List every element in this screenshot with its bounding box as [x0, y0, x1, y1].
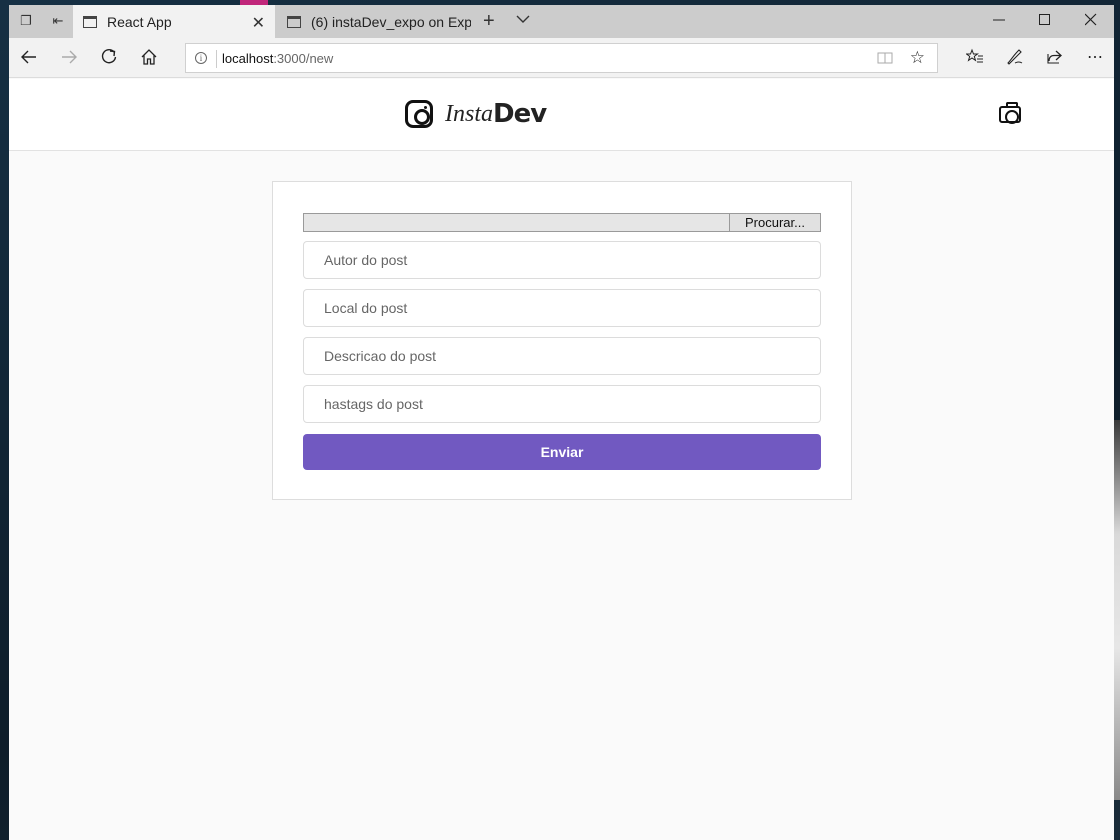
- url-text[interactable]: localhost:3000/new: [222, 51, 333, 66]
- browse-button[interactable]: Procurar...: [729, 213, 821, 232]
- home-icon[interactable]: [139, 48, 159, 68]
- logo[interactable]: Insta Dev: [405, 97, 547, 131]
- refresh-icon[interactable]: [99, 48, 119, 68]
- new-tab-icon[interactable]: +: [483, 10, 495, 33]
- site-info-icon[interactable]: i: [195, 52, 207, 64]
- app-header: Insta Dev: [9, 79, 1114, 151]
- tab-title: React App: [107, 13, 172, 30]
- back-icon[interactable]: [19, 48, 39, 68]
- url-host: localhost: [222, 51, 274, 66]
- tab-instadev-expo[interactable]: (6) instaDev_expo on Expo I: [277, 5, 475, 38]
- page-content: InstaDev Procurar... Enviar: [9, 79, 1114, 840]
- place-input[interactable]: [303, 289, 821, 327]
- tab-bar: ❐ ⇤ React App ✕ (6) instaDev_expo on Exp…: [9, 5, 1114, 38]
- set-aside-tabs-icon[interactable]: ❐: [17, 13, 35, 29]
- instagram-icon: [405, 100, 433, 128]
- tab-react-app[interactable]: React App ✕: [73, 5, 275, 38]
- share-icon[interactable]: [1045, 48, 1065, 68]
- divider: [216, 50, 217, 68]
- url-path: :3000/new: [273, 51, 334, 66]
- maximize-icon[interactable]: [1035, 9, 1055, 32]
- close-tab-icon[interactable]: ✕: [252, 13, 265, 33]
- minimize-icon[interactable]: [989, 9, 1009, 32]
- favorite-star-icon[interactable]: ☆: [910, 48, 925, 68]
- close-window-icon[interactable]: [1081, 9, 1101, 32]
- address-toolbar: i localhost:3000/new ☆ ⋯: [9, 38, 1114, 78]
- more-options-icon[interactable]: ⋯: [1085, 48, 1105, 68]
- address-bar[interactable]: i localhost:3000/new ☆: [185, 43, 938, 73]
- tab-preview-icon[interactable]: ⇤: [49, 13, 67, 29]
- favorites-hub-icon[interactable]: [965, 48, 985, 68]
- pen-notes-icon[interactable]: [1005, 48, 1025, 68]
- page-icon: [83, 15, 97, 28]
- new-post-form: Procurar... Enviar: [272, 181, 852, 500]
- submit-button[interactable]: Enviar: [303, 434, 821, 470]
- background-window-edge: [1114, 420, 1120, 800]
- browser-window: ❐ ⇤ React App ✕ (6) instaDev_expo on Exp…: [9, 5, 1114, 840]
- brand-dev: Dev: [493, 99, 547, 129]
- camera-icon[interactable]: [999, 102, 1021, 124]
- forward-icon[interactable]: [59, 48, 79, 68]
- description-input[interactable]: [303, 337, 821, 375]
- chevron-down-icon[interactable]: [515, 11, 531, 32]
- tab-title: (6) instaDev_expo on Expo I: [311, 13, 471, 30]
- author-input[interactable]: [303, 241, 821, 279]
- reading-view-icon[interactable]: [877, 50, 893, 70]
- page-icon: [287, 15, 301, 28]
- brand-insta: Insta: [445, 100, 493, 127]
- image-file-input[interactable]: Procurar...: [303, 213, 821, 232]
- hashtags-input[interactable]: [303, 385, 821, 423]
